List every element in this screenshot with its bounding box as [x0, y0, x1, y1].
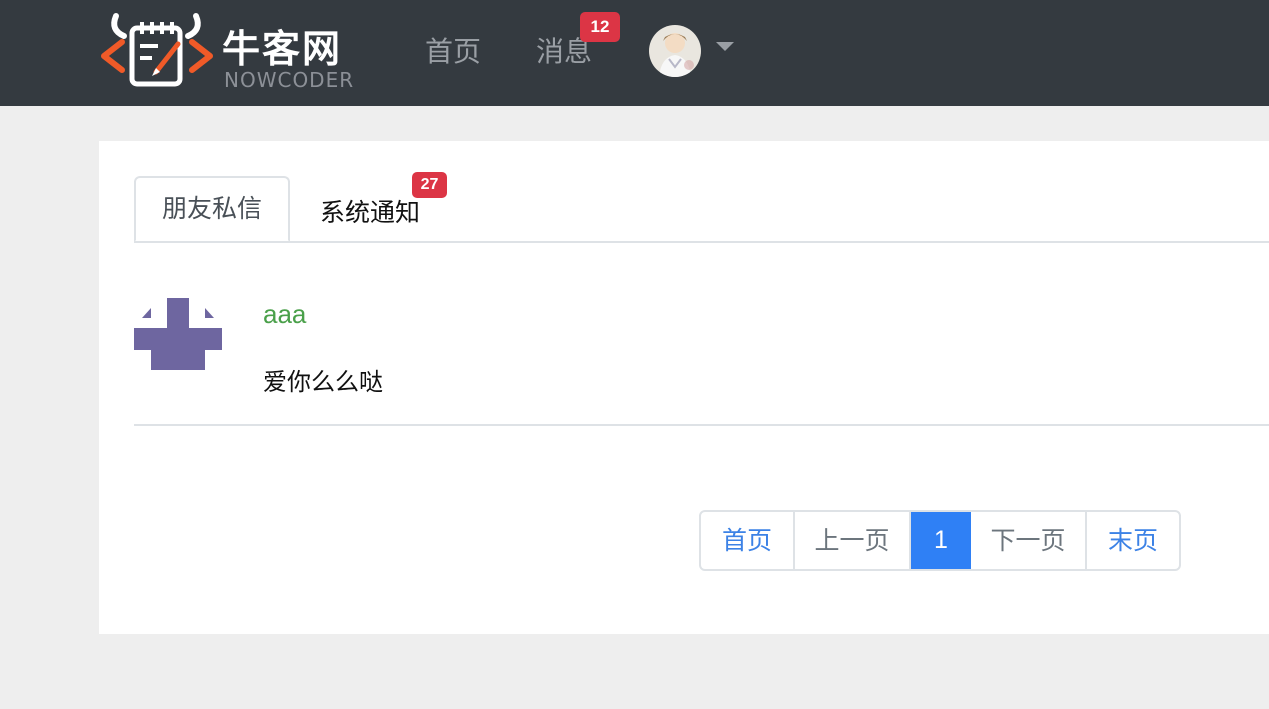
user-avatar-image — [649, 25, 701, 77]
logo-text-cn: 牛客网 — [222, 27, 343, 71]
user-menu-caret-icon[interactable] — [716, 42, 734, 51]
page-first-button[interactable]: 首页 — [701, 512, 795, 569]
page-prev-button[interactable]: 上一页 — [795, 512, 911, 569]
pagination: 首页 上一页 1 下一页 末页 — [699, 510, 1181, 571]
message-preview[interactable]: 爱你么么哒 — [263, 362, 383, 397]
logo-icon — [101, 13, 213, 87]
user-avatar[interactable] — [649, 25, 701, 77]
nav-home-link[interactable]: 首页 — [425, 30, 481, 70]
message-divider — [134, 424, 1269, 426]
logo-text-en: NOWCODER — [224, 68, 355, 92]
nowcoder-logo[interactable]: 牛客网 NOWCODER — [98, 12, 360, 92]
tab-friend-letters[interactable]: 朋友私信 — [134, 176, 290, 242]
page-next-button[interactable]: 下一页 — [971, 512, 1087, 569]
tab-system-notices[interactable]: 系统通知 — [320, 193, 420, 229]
identicon-image — [134, 298, 222, 370]
message-username[interactable]: aaa — [263, 299, 306, 330]
page-last-button[interactable]: 末页 — [1087, 512, 1179, 569]
messages-count-badge: 12 — [580, 12, 620, 42]
sender-avatar[interactable] — [134, 298, 222, 370]
top-navbar: 牛客网 NOWCODER 首页 消息 12 — [0, 0, 1269, 106]
notices-count-badge: 27 — [412, 172, 447, 198]
tabs-divider — [134, 241, 1269, 243]
page-current-button[interactable]: 1 — [911, 512, 971, 569]
